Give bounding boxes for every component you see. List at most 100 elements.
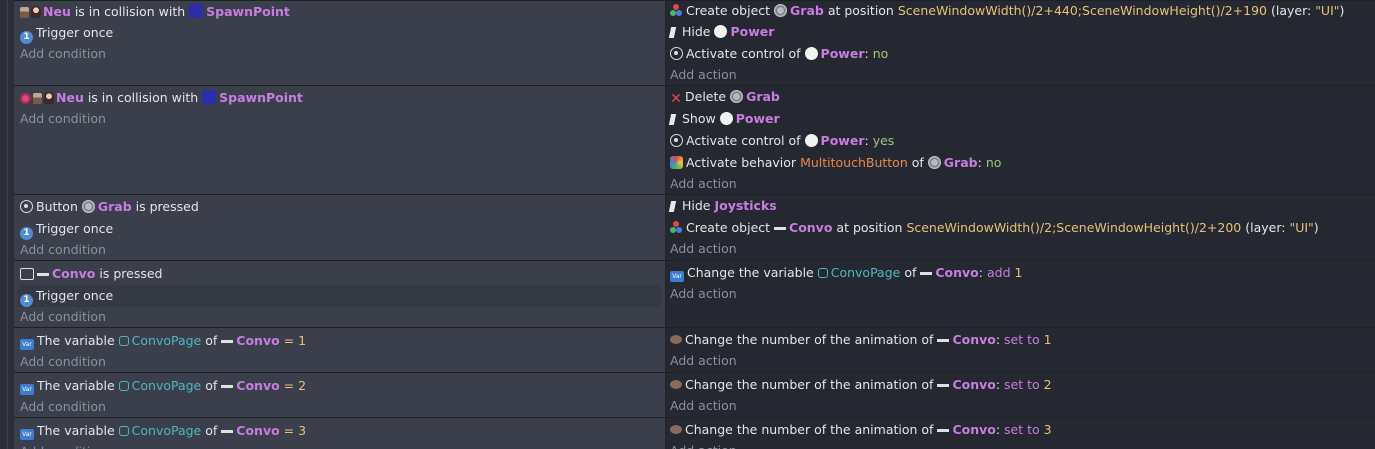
actions-pane[interactable]: Change the number of the animation of Co…: [666, 328, 1375, 372]
grab-icon: [81, 200, 95, 213]
convo-icon: [937, 334, 950, 346]
object-name: Convo: [236, 423, 280, 438]
condition-trigger-once[interactable]: 1 Trigger once: [18, 285, 661, 307]
conditions-pane[interactable]: Button Grab is pressed 1 Trigger once Add…: [14, 195, 666, 260]
variable-icon: Var: [20, 429, 34, 440]
condition-button-pressed[interactable]: Button Grab is pressed: [20, 196, 659, 218]
action-change-variable[interactable]: Var Change the variable ConvoPage of Conv…: [670, 262, 1369, 284]
convo-icon: [221, 380, 234, 392]
condition-collision[interactable]: Neu is in collision with SpawnPoint: [20, 1, 659, 23]
action-text: at position: [836, 220, 903, 235]
add-condition-button[interactable]: Add condition: [20, 396, 659, 418]
conditions-pane[interactable]: Neu is in collision with SpawnPoint 1 Tri…: [14, 1, 666, 85]
action-activate-control[interactable]: Activate control of Power: no: [670, 43, 1369, 65]
add-condition-button[interactable]: Add condition: [20, 351, 659, 373]
action-create-object[interactable]: Create object Grab at position SceneWind…: [670, 0, 1369, 22]
condition-text: of: [205, 423, 218, 438]
number: 1: [1043, 332, 1052, 347]
conditions-pane[interactable]: Var The variable ConvoPage of Convo = 1 A…: [14, 328, 666, 372]
add-condition-button[interactable]: Add condition: [20, 43, 659, 65]
actions-pane[interactable]: Create object Grab at position SceneWind…: [666, 1, 1375, 85]
condition-convo-pressed[interactable]: Convo is pressed: [20, 263, 659, 285]
condition-variable-compare[interactable]: Var The variable ConvoPage of Convo = 1: [20, 330, 659, 352]
event-5[interactable]: Var The variable ConvoPage of Convo = 1 A…: [14, 327, 1375, 372]
action-text: at position: [827, 3, 894, 18]
object-name: Convo: [236, 378, 280, 393]
event-3[interactable]: Button Grab is pressed 1 Trigger once Add…: [14, 194, 1375, 260]
condition-text: Trigger once: [36, 288, 114, 303]
condition-trigger-once[interactable]: 1 Trigger once: [20, 218, 659, 240]
scene-variable-icon: [118, 336, 129, 346]
actions-pane[interactable]: Change the number of the animation of Co…: [666, 418, 1375, 449]
event-2[interactable]: Neu is in collision with SpawnPoint Add …: [14, 85, 1375, 194]
add-action-button[interactable]: Add action: [670, 64, 1369, 86]
object-name: Power: [820, 133, 865, 148]
actions-pane[interactable]: ✕ Delete Grab Show Power Activate control…: [666, 86, 1375, 194]
event-6[interactable]: Var The variable ConvoPage of Convo = 2 A…: [14, 372, 1375, 417]
condition-text: of: [205, 378, 218, 393]
object-name: Convo: [935, 265, 979, 280]
action-activate-control[interactable]: Activate control of Power: yes: [670, 130, 1369, 152]
action-create-object[interactable]: Create object Convo at position SceneWin…: [670, 217, 1369, 239]
separator: :: [978, 265, 983, 280]
condition-variable-compare[interactable]: Var The variable ConvoPage of Convo = 2: [20, 375, 659, 397]
add-action-button[interactable]: Add action: [670, 350, 1369, 372]
scene-variable-icon: [118, 381, 129, 391]
separator: :: [995, 377, 1001, 392]
condition-text: Trigger once: [36, 25, 114, 40]
condition-variable-compare[interactable]: Var The variable ConvoPage of Convo = 3: [20, 420, 659, 442]
add-condition-button[interactable]: Add condition: [20, 108, 659, 130]
actions-pane[interactable]: Change the number of the animation of Co…: [666, 373, 1375, 417]
conditions-pane[interactable]: VarThe variable ConvoPage of Convo = 3 A…: [14, 418, 666, 449]
conditions-pane[interactable]: Neu is in collision with SpawnPoint Add …: [14, 86, 666, 194]
animation-icon: [670, 335, 682, 344]
add-condition-button[interactable]: Add condition: [20, 441, 659, 449]
actions-pane[interactable]: Var Change the variable ConvoPage of Conv…: [666, 261, 1375, 327]
add-condition-button[interactable]: Add condition: [20, 239, 659, 261]
grab-icon: [774, 4, 788, 17]
condition-trigger-once[interactable]: 1 Trigger once: [20, 22, 659, 44]
add-action-button[interactable]: Add action: [670, 283, 1369, 305]
hide-icon: [668, 201, 677, 212]
action-text: of: [911, 155, 924, 170]
object-name: Convo: [52, 266, 96, 281]
separator: :: [864, 133, 869, 148]
conditions-pane[interactable]: Var The variable ConvoPage of Convo = 2 A…: [14, 373, 666, 417]
power-icon: [804, 134, 818, 147]
object-name: Power: [730, 24, 775, 39]
layer-close: ): [1313, 220, 1319, 235]
action-change-animation[interactable]: Change the number of the animation of Co…: [670, 419, 1369, 441]
action-activate-behavior[interactable]: Activate behavior MultitouchButton of Gr…: [670, 152, 1369, 174]
variable-name: ConvoPage: [131, 423, 202, 438]
convo-icon: [937, 379, 950, 391]
operator: =: [283, 423, 295, 438]
actions-pane[interactable]: Hide Joysticks Create object Convo at po…: [666, 195, 1375, 260]
action-text: of: [904, 265, 917, 280]
condition-text: is pressed: [99, 266, 163, 281]
add-action-button[interactable]: Add action: [670, 395, 1369, 417]
convo-icon: [920, 267, 933, 279]
add-condition-button[interactable]: Add condition: [20, 306, 659, 328]
action-change-animation[interactable]: Change the number of the animation of Co…: [670, 374, 1369, 396]
event-4[interactable]: Convo is pressed 1 Trigger once Add condi…: [14, 260, 1375, 327]
operator: add: [986, 265, 1011, 280]
action-show[interactable]: Show Power: [668, 108, 1369, 130]
action-hide[interactable]: Hide Joysticks: [668, 195, 1369, 217]
action-text: Activate control of: [686, 46, 801, 61]
condition-collision[interactable]: Neu is in collision with SpawnPoint: [20, 87, 659, 109]
add-action-button[interactable]: Add action: [670, 440, 1369, 449]
action-text: Create object: [686, 3, 771, 18]
add-action-button[interactable]: Add action: [670, 238, 1369, 260]
action-delete[interactable]: ✕ Delete Grab: [670, 86, 1369, 108]
object-name: Grab: [943, 155, 978, 170]
grab-icon: [927, 156, 941, 169]
action-hide[interactable]: Hide Power: [668, 21, 1369, 43]
conditions-pane[interactable]: Convo is pressed 1 Trigger once Add condi…: [14, 261, 666, 327]
event-7[interactable]: VarThe variable ConvoPage of Convo = 3 A…: [14, 417, 1375, 449]
separator: :: [977, 155, 982, 170]
object-name: Power: [735, 111, 780, 126]
add-action-button[interactable]: Add action: [670, 173, 1369, 195]
action-change-animation[interactable]: Change the number of the animation of Co…: [670, 329, 1369, 351]
hide-icon: [668, 27, 677, 38]
event-1[interactable]: Neu is in collision with SpawnPoint 1 Tri…: [14, 0, 1375, 85]
